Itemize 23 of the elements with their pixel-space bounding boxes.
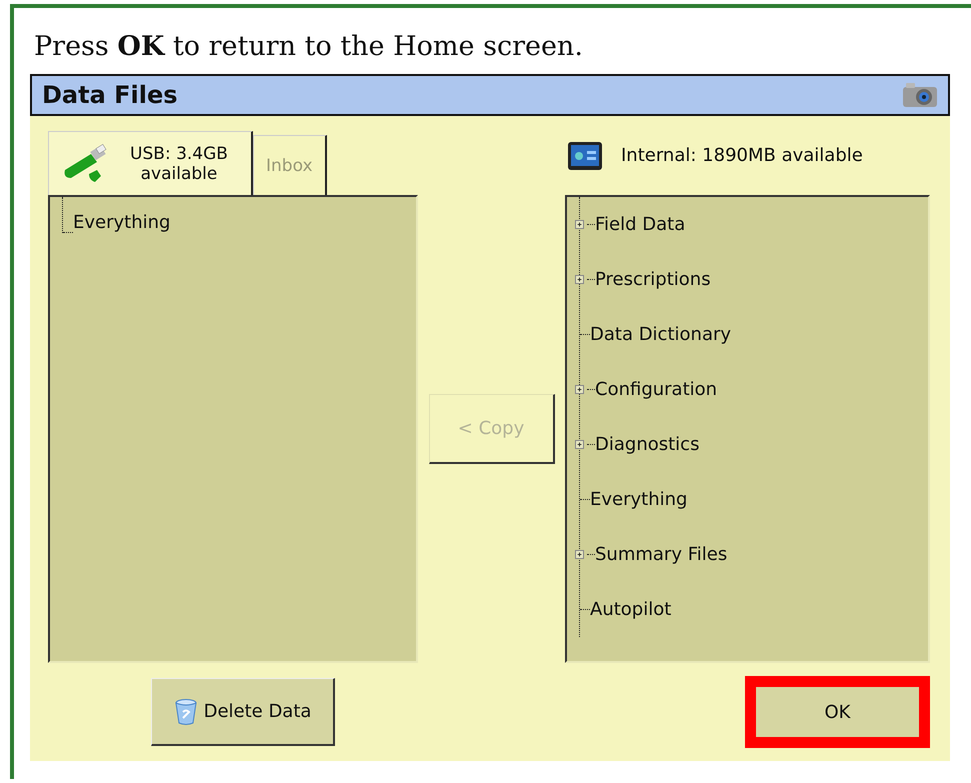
delete-button[interactable]: Delete Data <box>151 678 335 746</box>
tree-item[interactable]: Everything <box>590 489 688 510</box>
tree-item[interactable]: Everything <box>73 212 170 233</box>
expand-icon[interactable] <box>575 220 584 229</box>
expand-icon[interactable] <box>575 440 584 449</box>
window-title: Data Files <box>42 81 178 109</box>
instruction-text: Press OK to return to the Home screen. <box>34 30 584 64</box>
camera-icon[interactable] <box>902 82 938 108</box>
expand-icon[interactable] <box>575 385 584 394</box>
ok-button[interactable]: OK <box>745 676 930 748</box>
storage-label: Internal: 1890MB available <box>621 145 863 166</box>
tree-item[interactable]: Prescriptions <box>595 269 711 290</box>
expand-icon[interactable] <box>575 275 584 284</box>
tree-item[interactable]: Data Dictionary <box>590 324 732 345</box>
tree-item[interactable]: Summary Files <box>595 544 728 565</box>
tree-item[interactable]: Diagnostics <box>595 434 700 455</box>
tab[interactable]: USB: 3.4GB available <box>48 131 253 195</box>
trash-icon <box>174 698 198 726</box>
tree-item[interactable]: Configuration <box>595 379 718 400</box>
tablet-icon <box>567 140 603 170</box>
tree-item[interactable]: Field Data <box>595 214 686 235</box>
expand-icon[interactable] <box>575 550 584 559</box>
tree-item[interactable]: Autopilot <box>590 599 672 620</box>
